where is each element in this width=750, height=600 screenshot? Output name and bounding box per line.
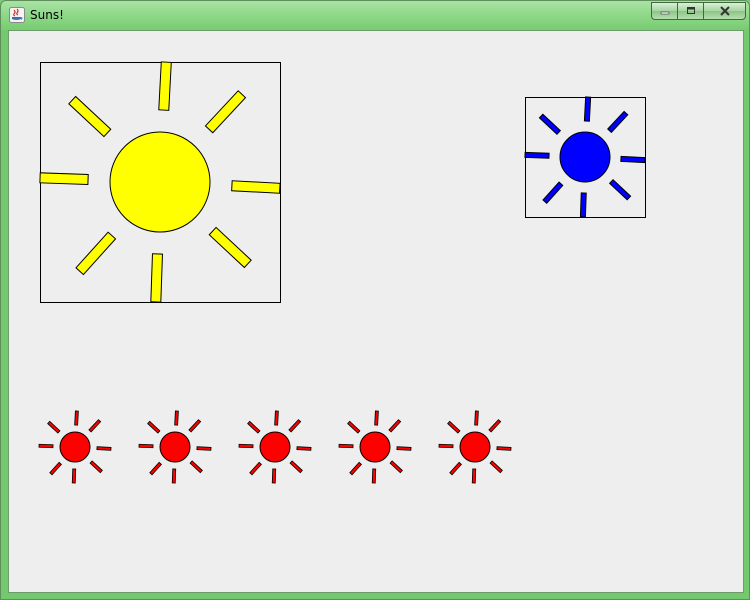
small-red-sun-4-ray	[389, 460, 403, 474]
small-red-sun-2-ray	[149, 461, 162, 476]
small-red-sun-4-ray	[396, 446, 412, 451]
small-red-sun-2-ray	[189, 460, 203, 474]
medium-blue-sun-ray	[538, 113, 562, 135]
small-red-sun-2-ray	[174, 410, 179, 426]
small-red-sun-2	[138, 410, 212, 484]
large-yellow-sun-ray	[158, 61, 172, 111]
small-red-sun-1-ray	[47, 420, 61, 434]
minimize-button[interactable]	[651, 2, 677, 20]
small-red-sun-3-ray	[296, 446, 312, 451]
small-red-sun-1-ray	[74, 410, 79, 426]
large-yellow-sun	[39, 61, 281, 303]
small-red-sun-5-ray	[438, 443, 454, 449]
small-red-sun-5-disc	[459, 431, 491, 463]
small-red-sun-2-ray	[138, 443, 154, 449]
small-red-sun-3-ray	[289, 460, 303, 474]
small-red-sun-3-ray	[247, 420, 261, 434]
small-red-sun-2-ray	[147, 420, 161, 434]
large-yellow-sun-ray	[75, 231, 117, 276]
small-red-sun-3-ray	[249, 461, 262, 476]
medium-blue-sun-ray	[524, 151, 550, 159]
small-red-sun-1-ray	[88, 419, 102, 433]
title-bar[interactable]: Suns!	[1, 1, 749, 29]
small-red-sun-1-ray	[89, 460, 103, 474]
maximize-icon	[686, 7, 695, 14]
small-red-sun-1-ray	[38, 443, 54, 449]
minimize-icon	[660, 11, 669, 15]
small-red-sun-4-ray	[338, 443, 354, 449]
small-red-sun-5-ray	[488, 419, 502, 433]
large-yellow-sun-ray	[39, 172, 89, 186]
small-red-sun-5-ray	[449, 461, 462, 476]
large-yellow-sun-ray	[204, 90, 247, 134]
small-red-sun-2-ray	[188, 419, 202, 433]
medium-blue-sun	[524, 96, 646, 218]
small-red-sun-1-ray	[96, 446, 112, 451]
small-red-sun-1	[38, 410, 112, 484]
small-red-sun-4	[338, 410, 412, 484]
small-red-sun-4-disc	[359, 431, 391, 463]
medium-blue-sun-ray	[583, 96, 592, 122]
small-red-sun-4-ray	[388, 419, 402, 433]
medium-blue-sun-disc	[559, 131, 611, 183]
small-red-sun-4-ray	[349, 461, 362, 476]
small-red-sun-3-disc	[259, 431, 291, 463]
small-red-sun-4-ray	[371, 468, 377, 484]
medium-blue-sun-ray	[579, 192, 587, 218]
small-red-sun-2-disc	[159, 431, 191, 463]
window-controls	[651, 2, 746, 20]
small-red-sun-5	[438, 410, 512, 484]
small-red-sun-3-ray	[274, 410, 279, 426]
app-window: Suns!	[0, 0, 750, 600]
small-red-sun-1-disc	[59, 431, 91, 463]
medium-blue-sun-ray	[608, 179, 632, 201]
small-red-sun-3	[238, 410, 312, 484]
large-yellow-sun-ray	[208, 226, 252, 269]
small-red-sun-1-ray	[49, 461, 62, 476]
window-title: Suns!	[30, 8, 64, 22]
medium-blue-sun-ray	[620, 155, 646, 164]
small-red-sun-3-ray	[288, 419, 302, 433]
small-red-sun-5-ray	[447, 420, 461, 434]
medium-blue-sun-ray	[607, 110, 629, 134]
small-red-sun-3-ray	[238, 443, 254, 449]
small-red-sun-5-ray	[474, 410, 479, 426]
suns-drawing	[38, 61, 646, 484]
maximize-button[interactable]	[677, 2, 703, 20]
small-red-sun-5-ray	[496, 446, 512, 451]
medium-blue-sun-ray	[542, 181, 564, 204]
small-red-sun-1-ray	[71, 468, 77, 484]
drawing-canvas	[8, 30, 744, 593]
small-red-sun-5-ray	[471, 468, 477, 484]
small-red-sun-2-ray	[196, 446, 212, 451]
small-red-sun-2-ray	[171, 468, 177, 484]
close-button[interactable]	[703, 2, 746, 20]
large-yellow-sun-ray	[68, 95, 112, 138]
small-red-sun-4-ray	[347, 420, 361, 434]
small-red-sun-5-ray	[489, 460, 503, 474]
small-red-sun-4-ray	[374, 410, 379, 426]
large-yellow-sun-ray	[150, 253, 164, 303]
java-cup-icon	[9, 7, 25, 23]
large-yellow-sun-disc	[109, 131, 211, 233]
small-red-sun-3-ray	[271, 468, 277, 484]
large-yellow-sun-ray	[231, 180, 281, 194]
close-icon	[719, 6, 730, 16]
